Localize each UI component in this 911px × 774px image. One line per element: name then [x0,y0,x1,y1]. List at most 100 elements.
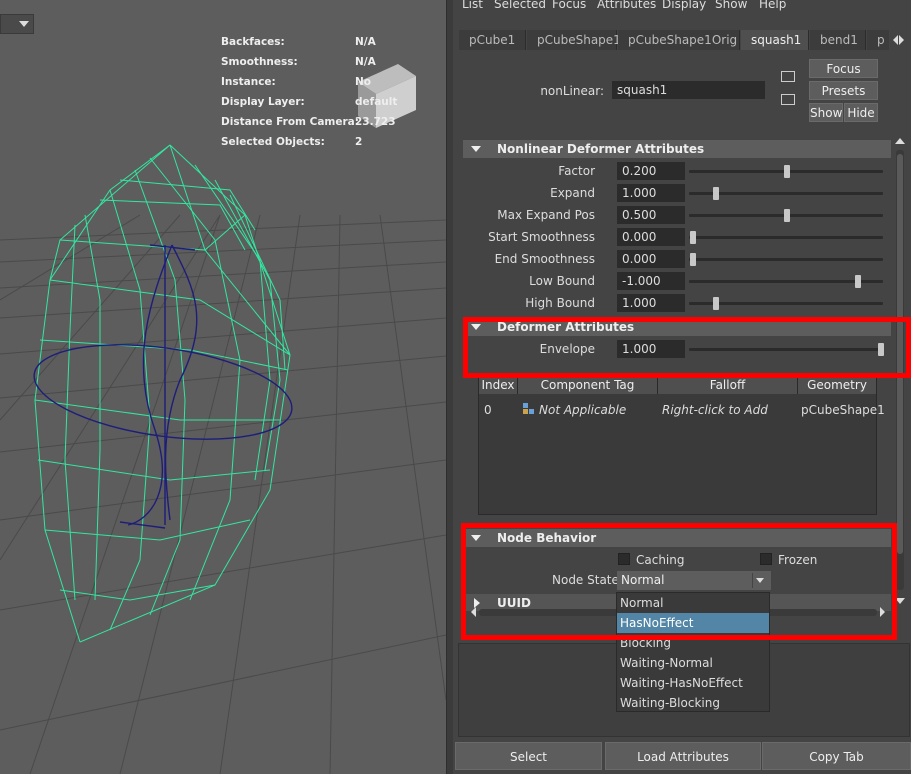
hud-value: 2 [355,136,363,148]
section-node-behavior[interactable]: Node Behavior [463,529,891,547]
attr-row-envelope: Envelope 1.000 [453,339,893,361]
column-header-geometry[interactable]: Geometry [798,376,877,394]
slider-handle[interactable] [784,209,790,222]
attribute-editor: List Selected Focus Attributes Display S… [453,0,911,774]
node-state-label: Node State [552,573,619,587]
hud-value: default [355,96,398,108]
node-state-dropdown[interactable]: Normal [617,571,771,590]
chevron-left-icon[interactable] [893,35,898,45]
slider-handle[interactable] [712,297,719,310]
menu-selected[interactable]: Selected [494,0,546,11]
attr-label: Start Smoothness [488,230,595,244]
focus-button[interactable]: Focus [809,59,878,78]
menu-show[interactable]: Show [715,0,747,11]
attr-row: Low Bound -1.000 [453,271,893,293]
show-button[interactable]: Show [809,103,843,122]
tab-squash1[interactable]: squash1 [741,30,809,50]
menu-display[interactable]: Display [662,0,706,11]
output-connection-icon[interactable] [781,94,795,105]
nonlinear-name-field[interactable]: squash1 [612,81,765,99]
attr-label: Envelope [539,342,595,356]
caching-checkbox[interactable] [618,553,630,565]
tab-pcubeshape1orig[interactable]: pCubeShape1Orig [618,30,740,50]
chevron-down-icon[interactable] [752,573,767,588]
attr-label: Low Bound [529,274,595,288]
attr-value-field[interactable]: -1.000 [617,272,685,290]
attr-value-field[interactable]: 1.000 [617,294,685,312]
column-header-component-tag[interactable]: Component Tag [518,376,658,394]
menu-bar: List Selected Focus Attributes Display S… [453,0,911,14]
frozen-checkbox[interactable] [760,553,772,565]
attr-row: High Bound 1.000 [453,293,893,315]
hud-label: Distance From Camera: [221,116,359,128]
hud-value: 23.723 [355,116,396,128]
slider-handle[interactable] [690,253,696,266]
hide-button[interactable]: Hide [844,103,878,122]
hud-value: N/A [355,56,376,68]
collapse-arrow-icon [471,146,481,152]
attr-slider[interactable] [689,258,883,261]
load-attributes-button[interactable]: Load Attributes [605,742,761,770]
attr-value-field[interactable]: 0.000 [617,228,685,246]
node-state-option[interactable]: Waiting-Normal [617,653,769,673]
attr-row: Expand 1.000 [453,183,893,205]
tab-overflow[interactable]: p [867,30,889,50]
chevron-down-icon [19,21,29,27]
slider-handle[interactable] [878,343,884,356]
presets-button[interactable]: Presets [809,81,878,100]
scroll-down-icon[interactable] [895,598,905,604]
section-deformer-attributes[interactable]: Deformer Attributes [463,318,891,336]
tab-bend1[interactable]: bend1 [810,30,866,50]
attr-value-field[interactable]: 0.500 [617,206,685,224]
viewport-menu-dropdown[interactable] [0,14,34,34]
column-header-index[interactable]: Index [479,376,518,394]
menu-attributes[interactable]: Attributes [597,0,656,11]
tab-pcubeshape1[interactable]: pCubeShape1 [527,30,621,50]
node-state-option[interactable]: HasNoEffect [617,613,769,633]
menu-list[interactable]: List [462,0,483,11]
copy-tab-button[interactable]: Copy Tab [762,742,911,770]
nonlinear-label: nonLinear: [540,84,604,98]
attr-slider[interactable] [689,236,883,239]
frozen-label: Frozen [778,553,818,567]
section-title: Deformer Attributes [497,320,635,334]
scroll-up-icon[interactable] [895,138,905,144]
node-state-option[interactable]: Waiting-HasNoEffect [617,673,769,693]
scroll-thumb[interactable] [897,154,903,554]
slider-handle[interactable] [690,231,696,244]
envelope-slider[interactable] [689,348,883,351]
menu-help[interactable]: Help [759,0,786,11]
deformer-geometry-table: Index Component Tag Falloff Geometry 0 N… [478,375,885,515]
slider-handle[interactable] [784,165,790,178]
attr-label: Expand [550,186,595,200]
select-button[interactable]: Select [455,742,602,770]
node-state-option[interactable]: Waiting-Blocking [617,693,769,713]
slider-handle[interactable] [712,187,719,200]
tab-pcube1[interactable]: pCube1 [459,30,526,50]
collapse-arrow-icon [471,535,481,541]
node-state-option[interactable]: Normal [617,593,769,613]
attr-row: Max Expand Pos 0.500 [453,205,893,227]
slider-handle[interactable] [855,275,862,288]
chevron-right-icon[interactable] [899,35,904,45]
scroll-left-icon[interactable] [471,607,476,617]
column-header-falloff[interactable]: Falloff [658,376,798,394]
envelope-field[interactable]: 1.000 [617,340,685,358]
attr-value-field[interactable]: 0.000 [617,250,685,268]
vertical-scrollbar[interactable] [895,138,905,608]
cell-falloff: Right-click to Add [662,403,768,417]
attr-value-field[interactable]: 1.000 [617,184,685,202]
hud-label: Instance: [221,76,276,88]
node-state-option[interactable]: Blocking [617,633,769,653]
viewport-3d[interactable]: Backfaces: N/A Smoothness: N/A Instance: No… [0,0,446,774]
attr-value-field[interactable]: 0.200 [617,162,685,180]
menu-focus[interactable]: Focus [552,0,586,11]
section-nonlinear-deformer[interactable]: Nonlinear Deformer Attributes [463,140,891,158]
attr-row: Start Smoothness 0.000 [453,227,893,249]
scroll-right-icon[interactable] [880,607,885,617]
attr-slider[interactable] [689,280,883,283]
attr-label: Factor [558,164,595,178]
tab-scroll-arrows[interactable] [893,33,905,47]
input-connection-icon[interactable] [781,71,795,82]
node-tabs: pCube1 pCubeShape1 pCubeShape1Orig squas… [459,30,889,50]
